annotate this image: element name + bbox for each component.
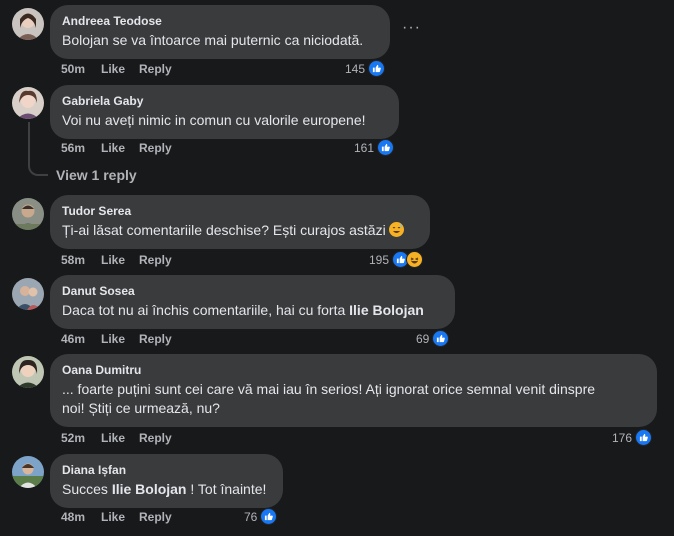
reply-button[interactable]: Reply bbox=[139, 431, 172, 445]
reply-button[interactable]: Reply bbox=[139, 141, 172, 155]
reply-button[interactable]: Reply bbox=[139, 62, 172, 76]
mention-link[interactable]: Ilie Bolojan bbox=[112, 481, 187, 497]
like-button[interactable]: Like bbox=[101, 332, 125, 346]
reaction-count: 195 bbox=[369, 252, 390, 267]
comment-text: ... foarte puțini sunt cei care vă mai i… bbox=[62, 381, 596, 416]
comment-author[interactable]: Andreea Teodose bbox=[62, 13, 378, 29]
sweat-smile-emoji bbox=[388, 222, 404, 237]
view-replies-link[interactable]: View 1 reply bbox=[56, 167, 137, 183]
haha-icon bbox=[406, 251, 424, 268]
comment-time[interactable]: 48m bbox=[61, 510, 85, 524]
comment-time[interactable]: 46m bbox=[61, 332, 85, 346]
like-icon bbox=[368, 60, 386, 77]
avatar[interactable] bbox=[12, 278, 44, 310]
comment-author[interactable]: Danut Sosea bbox=[62, 283, 443, 299]
comment-time[interactable]: 50m bbox=[61, 62, 85, 76]
comment-bubble: Oana Dumitru ... foarte puțini sunt cei … bbox=[50, 354, 657, 427]
comment-author[interactable]: Tudor Serea bbox=[62, 203, 418, 219]
avatar[interactable] bbox=[12, 8, 44, 40]
like-icon bbox=[377, 139, 395, 156]
like-icon bbox=[635, 429, 653, 446]
comment-bubble: Gabriela Gaby Voi nu aveți nimic in comu… bbox=[50, 85, 399, 139]
comment-text: Bolojan se va întoarce mai puternic ca n… bbox=[62, 32, 364, 48]
reaction-count: 69 bbox=[416, 331, 430, 346]
reaction-count: 176 bbox=[612, 430, 633, 445]
comment-time[interactable]: 52m bbox=[61, 431, 85, 445]
like-button[interactable]: Like bbox=[101, 141, 125, 155]
mention-link[interactable]: Ilie Bolojan bbox=[349, 302, 424, 318]
comment-time[interactable]: 58m bbox=[61, 253, 85, 267]
comment-time[interactable]: 56m bbox=[61, 141, 85, 155]
reaction-count: 161 bbox=[354, 140, 375, 155]
reaction-summary[interactable]: 161 bbox=[354, 139, 395, 156]
comment-bubble: Tudor Serea Ți-ai lăsat comentariile des… bbox=[50, 195, 430, 249]
comment-text: Succes Ilie Bolojan ! Tot înainte! bbox=[62, 481, 267, 497]
reaction-summary[interactable]: 176 bbox=[612, 429, 653, 446]
comment-text: Voi nu aveți nimic in comun cu valorile … bbox=[62, 112, 366, 128]
avatar[interactable] bbox=[12, 456, 44, 488]
reaction-summary[interactable]: 145 bbox=[345, 60, 386, 77]
avatar[interactable] bbox=[12, 87, 44, 119]
avatar[interactable] bbox=[12, 356, 44, 388]
reaction-summary[interactable]: 69 bbox=[416, 330, 450, 347]
comment-bubble: Andreea Teodose Bolojan se va întoarce m… bbox=[50, 5, 390, 59]
reply-button[interactable]: Reply bbox=[139, 253, 172, 267]
comment-text: Daca tot nu ai închis comentariile, hai … bbox=[62, 302, 424, 318]
comment-author[interactable]: Diana Ișfan bbox=[62, 462, 271, 478]
reply-thread-line bbox=[28, 122, 48, 176]
reply-button[interactable]: Reply bbox=[139, 510, 172, 524]
reaction-summary[interactable]: 195 bbox=[369, 251, 424, 268]
like-button[interactable]: Like bbox=[101, 431, 125, 445]
like-icon bbox=[432, 330, 450, 347]
like-button[interactable]: Like bbox=[101, 253, 125, 267]
comment-text: Ți-ai lăsat comentariile deschise? Ești … bbox=[62, 221, 418, 240]
avatar[interactable] bbox=[12, 198, 44, 230]
more-options-icon[interactable]: ··· bbox=[402, 19, 421, 37]
reaction-count: 145 bbox=[345, 61, 366, 76]
reply-button[interactable]: Reply bbox=[139, 332, 172, 346]
comment-author[interactable]: Oana Dumitru bbox=[62, 362, 645, 378]
like-button[interactable]: Like bbox=[101, 510, 125, 524]
like-icon bbox=[260, 508, 278, 525]
reaction-summary[interactable]: 76 bbox=[244, 508, 278, 525]
like-button[interactable]: Like bbox=[101, 62, 125, 76]
comment-bubble: Diana Ișfan Succes Ilie Bolojan ! Tot în… bbox=[50, 454, 283, 508]
comment-bubble: Danut Sosea Daca tot nu ai închis coment… bbox=[50, 275, 455, 329]
comment-author[interactable]: Gabriela Gaby bbox=[62, 93, 387, 109]
reaction-count: 76 bbox=[244, 509, 258, 524]
